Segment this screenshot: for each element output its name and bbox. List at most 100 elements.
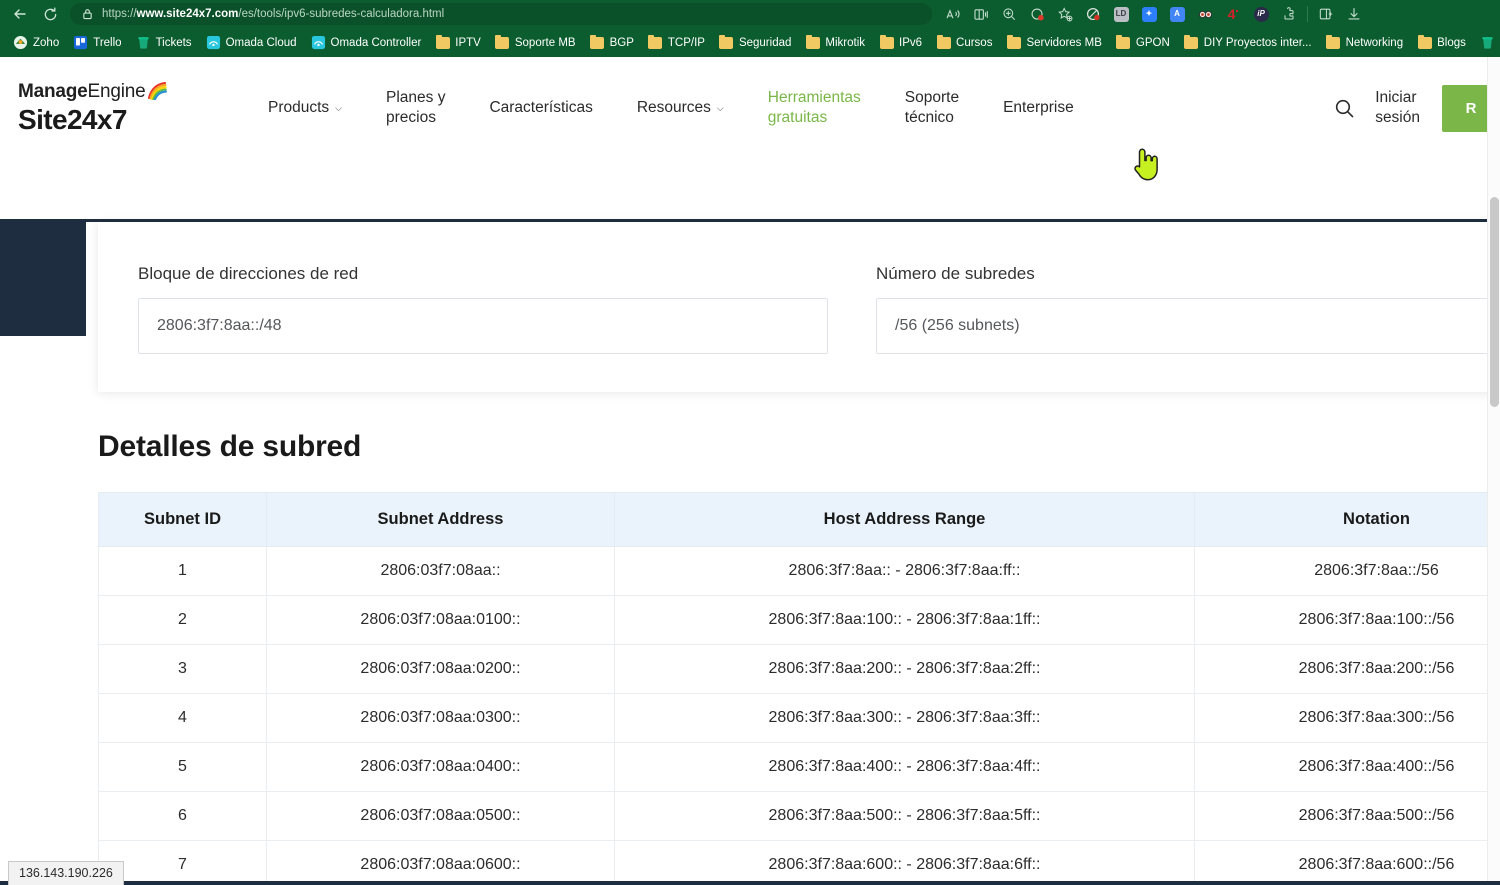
bookmark-item[interactable]: TCP/IP (641, 33, 712, 52)
bookmark-item[interactable]: Blogs (1410, 33, 1473, 52)
folder-icon (1417, 35, 1432, 50)
split-screen-icon[interactable] (1313, 3, 1339, 25)
ipvanish-extension-icon[interactable]: iP (1248, 3, 1274, 25)
bookmark-item[interactable]: Trello (66, 33, 128, 52)
bookmark-label: Networking (1346, 37, 1404, 49)
folder-icon (435, 35, 450, 50)
bookmark-item[interactable]: DIY Proyectos inter... (1177, 33, 1319, 52)
nav-item-enterprise[interactable]: Enterprise (1003, 92, 1074, 124)
bookmark-item[interactable]: Networking (1319, 33, 1411, 52)
site-logo[interactable]: ManageEngine Site24x7 (18, 82, 268, 134)
folder-icon (936, 35, 951, 50)
network-block-input[interactable]: 2806:3f7:8aa::/48 (138, 298, 828, 354)
cell-subnet-address: 2806:03f7:08aa:0200:: (267, 645, 615, 694)
nav-item-herramientas-gratuitas[interactable]: Herramientas gratuitas (768, 82, 861, 134)
sign-in-link[interactable]: Iniciar sesión (1375, 88, 1420, 128)
bookmark-item[interactable]: Cursos (929, 33, 999, 52)
bookmark-item[interactable]: Mikrotik (798, 33, 872, 52)
nav-item-resources[interactable]: Resources⌵ (637, 92, 724, 124)
fourth-extension-icon[interactable]: 4▪ (1220, 3, 1246, 25)
bookmark-label: Blogs (1437, 37, 1466, 49)
ublock-extension-icon[interactable] (1192, 3, 1218, 25)
adblock-extension-icon[interactable] (1080, 3, 1106, 25)
vertical-scrollbar[interactable] (1487, 57, 1500, 885)
folder-icon (1184, 35, 1199, 50)
bookmark-item[interactable]: IPTV (428, 33, 488, 52)
table-row: 52806:03f7:08aa:0400::2806:3f7:8aa:400::… (99, 743, 1500, 792)
downloads-icon[interactable] (1341, 3, 1367, 25)
immersive-reader-icon[interactable] (968, 3, 994, 25)
bookmark-item[interactable]: BGP (583, 33, 641, 52)
bitwarden-extension-icon[interactable]: ✦ (1136, 3, 1162, 25)
cell-subnet-address: 2806:03f7:08aa:0500:: (267, 792, 615, 841)
folder-icon (1116, 35, 1131, 50)
cell-host-address-range: 2806:3f7:8aa:500:: - 2806:3f7:8aa:5ff:: (615, 792, 1195, 841)
cell-notation: 2806:3f7:8aa:500::/56 (1195, 792, 1500, 841)
subnets-select[interactable]: /56 (256 subnets) (876, 298, 1500, 354)
cell-notation: 2806:3f7:8aa:200::/56 (1195, 645, 1500, 694)
url-text: https://www.site24x7.com/es/tools/ipv6-s… (102, 8, 444, 20)
cell-subnet-address: 2806:03f7:08aa:0300:: (267, 694, 615, 743)
chevron-down-icon: ⌵ (335, 103, 342, 115)
nav-item-label: Planes y precios (386, 88, 445, 128)
bookmark-label: Omada Controller (331, 37, 422, 49)
column-header: Subnet Address (267, 493, 615, 547)
bookmark-item[interactable]: Soporte MB (488, 33, 583, 52)
nav-item-planes-y-precios[interactable]: Planes y precios (386, 82, 445, 134)
bookmark-item[interactable]: Omada Cloud (199, 33, 304, 52)
toolbar-divider (1307, 6, 1308, 22)
scrollbar-thumb[interactable] (1490, 197, 1499, 407)
address-bar[interactable]: https://www.site24x7.com/es/tools/ipv6-s… (70, 3, 932, 25)
subnets-label: Número de subredes (876, 264, 1500, 284)
network-block-label: Bloque de direcciones de red (138, 264, 828, 284)
back-arrow-icon[interactable] (6, 2, 34, 26)
nav-item-products[interactable]: Products ⌵ (268, 92, 342, 124)
bookmark-label: IPv6 (899, 37, 922, 49)
bookmark-item[interactable]: IPv6 (872, 33, 929, 52)
bookmark-item[interactable]: GPON (1109, 33, 1177, 52)
cell-subnet-id: 1 (99, 547, 267, 596)
page-bottom-rule (0, 881, 1500, 885)
bookmark-label: BGP (610, 37, 634, 49)
bookmark-label: Soporte MB (515, 37, 576, 49)
cell-notation: 2806:3f7:8aa:300::/56 (1195, 694, 1500, 743)
read-aloud-icon[interactable] (940, 3, 966, 25)
bookmark-label: GPON (1136, 37, 1170, 49)
collections-icon[interactable] (1024, 3, 1050, 25)
translate-extension-icon[interactable]: A (1164, 3, 1190, 25)
tickets-site-icon (136, 35, 151, 50)
site-header: ManageEngine Site24x7 Products ⌵ Planes y … (0, 57, 1500, 159)
logo-engine-text: Engine (88, 81, 146, 102)
lastpass-extension-icon[interactable]: LD (1108, 3, 1134, 25)
bookmark-item[interactable]: Seguridad (712, 33, 798, 52)
bookmark-item[interactable]: Ticket PCTV (1473, 33, 1500, 52)
table-row: 32806:03f7:08aa:0200::2806:3f7:8aa:200::… (99, 645, 1500, 694)
search-icon[interactable] (1327, 91, 1361, 125)
table-row: 72806:03f7:08aa:0600::2806:3f7:8aa:600::… (99, 841, 1500, 885)
puzzle-extensions-icon[interactable] (1276, 3, 1302, 25)
bookmark-label: Seguridad (739, 37, 791, 49)
cell-host-address-range: 2806:3f7:8aa:300:: - 2806:3f7:8aa:3ff:: (615, 694, 1195, 743)
nav-item-soporte-técnico[interactable]: Soporte técnico (905, 82, 959, 134)
bookmark-item[interactable]: Servidores MB (999, 33, 1108, 52)
nav-item-características[interactable]: Características (489, 92, 592, 124)
add-favorite-icon[interactable] (1052, 3, 1078, 25)
manageengine-wordmark: ManageEngine (18, 82, 167, 103)
cell-host-address-range: 2806:3f7:8aa:: - 2806:3f7:8aa:ff:: (615, 547, 1195, 596)
bookmark-item[interactable]: Tickets (129, 33, 199, 52)
bookmark-item[interactable]: Zoho (6, 33, 66, 52)
main-nav: Products ⌵ Planes y precios Características… (268, 82, 1321, 134)
bookmark-label: Servidores MB (1026, 37, 1101, 49)
cell-subnet-id: 3 (99, 645, 267, 694)
folder-icon (495, 35, 510, 50)
bookmark-label: Zoho (33, 37, 59, 49)
bookmark-label: Trello (93, 37, 121, 49)
site24x7-wordmark: Site24x7 (18, 105, 268, 134)
zoom-icon[interactable] (996, 3, 1022, 25)
nav-item-label: Products (268, 98, 329, 118)
reload-icon[interactable] (36, 2, 64, 26)
folder-icon (590, 35, 605, 50)
bookmark-item[interactable]: Omada Controller (304, 33, 429, 52)
url-prefix: https:// (102, 8, 137, 20)
cell-host-address-range: 2806:3f7:8aa:400:: - 2806:3f7:8aa:4ff:: (615, 743, 1195, 792)
